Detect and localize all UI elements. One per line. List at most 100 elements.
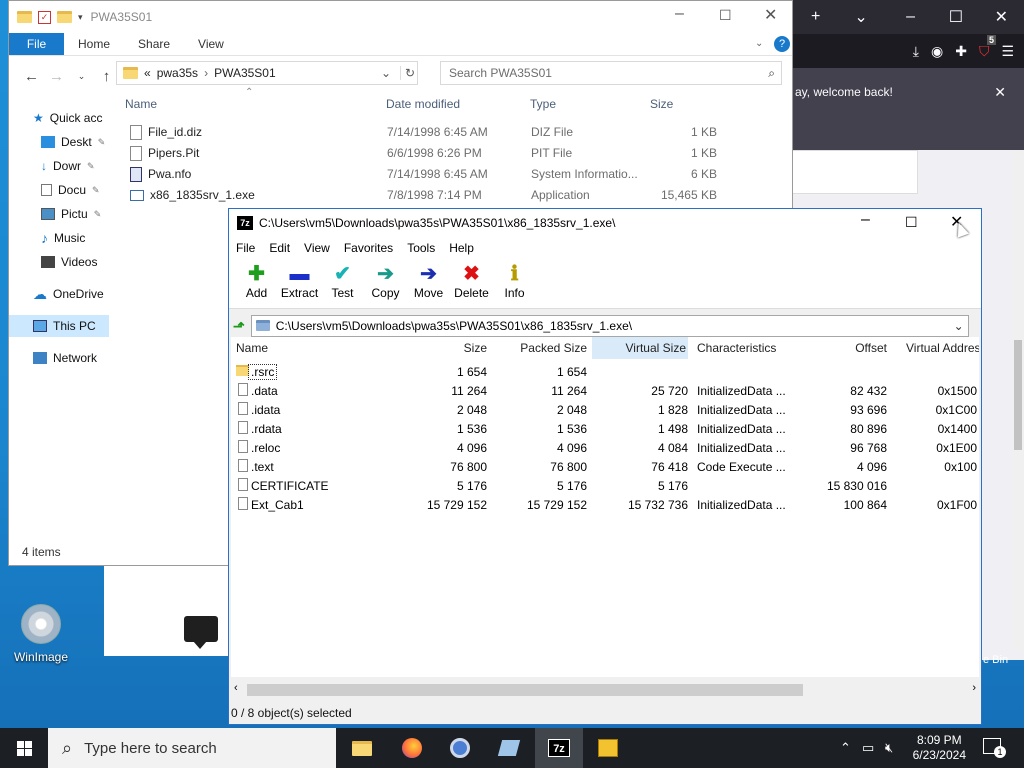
- scroll-thumb[interactable]: [1014, 340, 1022, 450]
- info-button[interactable]: ℹ Info: [493, 259, 536, 300]
- account-icon[interactable]: ◉: [931, 43, 943, 60]
- tab-home[interactable]: Home: [64, 33, 124, 55]
- address-bar[interactable]: « pwa35s › PWA35S01 ⌄ ↻: [116, 61, 418, 85]
- col-characteristics[interactable]: Characteristics: [697, 337, 776, 359]
- menu-help[interactable]: Help: [442, 241, 481, 255]
- col-date[interactable]: Date modified: [386, 97, 460, 111]
- nav-quick-access[interactable]: ★ Quick acc: [33, 107, 102, 129]
- breadcrumb-pwa35s[interactable]: pwa35s: [157, 66, 198, 80]
- nav-music[interactable]: ♪ Music: [41, 227, 85, 249]
- refresh-icon[interactable]: ↻: [399, 66, 415, 80]
- nav-this-pc[interactable]: This PC: [9, 315, 109, 337]
- extensions-icon[interactable]: ✚: [955, 43, 967, 60]
- menu-tools[interactable]: Tools: [400, 241, 442, 255]
- maximize-icon[interactable]: ☐: [905, 214, 918, 231]
- archive-row[interactable]: Ext_Cab1 15 729 152 15 729 152 15 732 736 In…: [231, 495, 979, 514]
- properties-icon[interactable]: ✓: [38, 10, 51, 24]
- notifications-button[interactable]: 1: [983, 738, 1006, 758]
- archive-row[interactable]: .text 76 800 76 800 76 418 Code Execute ... 4…: [231, 457, 979, 476]
- tab-view[interactable]: View: [184, 33, 238, 55]
- file-row[interactable]: Pwa.nfo 7/14/1998 6:45 AM System Informa…: [125, 164, 725, 184]
- col-virtual-size[interactable]: Virtual Size: [592, 337, 688, 359]
- menu-file[interactable]: File: [229, 241, 262, 255]
- nav-downloads[interactable]: ↓ Dowr ✎: [41, 155, 95, 177]
- nav-videos[interactable]: Videos: [41, 251, 97, 273]
- minimize-icon[interactable]: –: [888, 8, 933, 26]
- archive-row[interactable]: CERTIFICATE 5 176 5 176 5 176 15 830 016: [231, 476, 979, 495]
- address-dropdown-icon[interactable]: ⌄: [381, 66, 391, 80]
- app-taskbar-button[interactable]: [584, 728, 632, 768]
- up-folder-icon[interactable]: ⬏: [233, 318, 245, 335]
- archive-row[interactable]: .data 11 264 11 264 25 720 InitializedData .…: [231, 381, 979, 400]
- nav-onedrive[interactable]: ☁ OneDrive: [33, 283, 104, 305]
- chromium-taskbar-button[interactable]: [436, 728, 484, 768]
- volume-muted-icon[interactable]: 🔇︎: [885, 740, 893, 756]
- minimize-icon[interactable]: –: [861, 211, 870, 229]
- scroll-left-icon[interactable]: ‹: [234, 682, 238, 694]
- ribbon-expand-icon[interactable]: ⌄: [755, 38, 763, 49]
- start-button[interactable]: [0, 728, 48, 768]
- notice-close-icon[interactable]: ✕: [994, 84, 1006, 101]
- help-icon[interactable]: ?: [774, 36, 790, 52]
- col-type[interactable]: Type: [530, 97, 556, 111]
- tab-file[interactable]: File: [9, 33, 64, 55]
- col-name[interactable]: Name: [125, 97, 157, 111]
- delete-button[interactable]: ✖ Delete: [450, 259, 493, 300]
- tab-share[interactable]: Share: [124, 33, 184, 55]
- back-icon[interactable]: ←: [19, 68, 44, 85]
- archive-row[interactable]: .rdata 1 536 1 536 1 498 InitializedData ...…: [231, 419, 979, 438]
- minimize-icon[interactable]: –: [675, 5, 684, 23]
- col-virtual-address[interactable]: Virtual Addres: [906, 337, 979, 359]
- menu-favorites[interactable]: Favorites: [337, 241, 400, 255]
- file-row[interactable]: Pipers.Pit 6/6/1998 6:26 PM PIT File 1 K…: [125, 143, 725, 163]
- copy-button[interactable]: ➔ Copy: [364, 259, 407, 300]
- horizontal-scrollbar[interactable]: ‹ ›: [231, 681, 979, 699]
- tab-list-icon[interactable]: ⌄: [838, 7, 883, 27]
- 7zip-taskbar-button[interactable]: 7z: [535, 728, 583, 768]
- maximize-icon[interactable]: ☐: [933, 7, 978, 27]
- col-name[interactable]: Name: [236, 337, 268, 359]
- winimage-taskbar-button[interactable]: [485, 728, 533, 768]
- file-explorer-taskbar-button[interactable]: [338, 728, 386, 768]
- col-packed-size[interactable]: Packed Size: [491, 337, 587, 359]
- test-button[interactable]: ✔ Test: [321, 259, 364, 300]
- close-icon[interactable]: ✕: [979, 7, 1024, 27]
- taskbar-search[interactable]: ⌕ Type here to search: [48, 728, 336, 768]
- tray-expand-icon[interactable]: ⌃: [840, 740, 851, 756]
- winimage-desktop-icon[interactable]: WinImage: [10, 604, 72, 664]
- archive-row[interactable]: .idata 2 048 2 048 1 828 InitializedData ...…: [231, 400, 979, 419]
- path-dropdown-icon[interactable]: ⌄: [954, 319, 964, 333]
- menu-view[interactable]: View: [297, 241, 337, 255]
- extract-button[interactable]: ▬ Extract: [278, 259, 321, 300]
- menu-edit[interactable]: Edit: [262, 241, 297, 255]
- chat-icon[interactable]: [184, 616, 218, 649]
- nav-network[interactable]: Network: [33, 347, 97, 369]
- col-size[interactable]: Size: [391, 337, 487, 359]
- scroll-thumb[interactable]: [247, 684, 803, 696]
- forward-icon[interactable]: →: [44, 68, 69, 85]
- download-icon[interactable]: ⤓: [913, 43, 919, 60]
- scroll-right-icon[interactable]: ›: [972, 682, 976, 694]
- move-button[interactable]: ➔ Move: [407, 259, 450, 300]
- archive-row[interactable]: .reloc 4 096 4 096 4 084 InitializedData ...…: [231, 438, 979, 457]
- network-tray-icon[interactable]: ▭: [862, 740, 874, 756]
- close-icon[interactable]: ✕: [764, 5, 777, 25]
- qa-dropdown-icon[interactable]: ▾: [78, 12, 83, 23]
- file-row[interactable]: File_id.diz 7/14/1998 6:45 AM DIZ File 1…: [125, 122, 725, 142]
- maximize-icon[interactable]: ☐: [719, 7, 732, 24]
- search-input[interactable]: Search PWA35S01 ⌕: [440, 61, 782, 85]
- recent-icon[interactable]: ⌄: [69, 71, 94, 82]
- nav-pictures[interactable]: Pictu ✎: [41, 203, 101, 225]
- breadcrumb-current[interactable]: PWA35S01: [214, 66, 276, 80]
- clock[interactable]: 8:09 PM 6/23/2024: [913, 733, 966, 763]
- breadcrumb-overflow[interactable]: «: [144, 66, 151, 80]
- firefox-taskbar-button[interactable]: [388, 728, 436, 768]
- menu-icon[interactable]: ☰: [1001, 43, 1014, 60]
- file-row[interactable]: x86_1835srv_1.exe 7/8/1998 7:14 PM Appli…: [125, 185, 725, 205]
- archive-row[interactable]: .rsrc 1 654 1 654: [231, 362, 979, 381]
- add-button[interactable]: ✚ Add: [235, 259, 278, 300]
- path-input[interactable]: C:\Users\vm5\Downloads\pwa35s\PWA35S01\x…: [250, 315, 969, 337]
- nav-documents[interactable]: Docu ✎: [41, 179, 100, 201]
- col-offset[interactable]: Offset: [791, 337, 887, 359]
- browser-scrollbar[interactable]: [1012, 150, 1024, 650]
